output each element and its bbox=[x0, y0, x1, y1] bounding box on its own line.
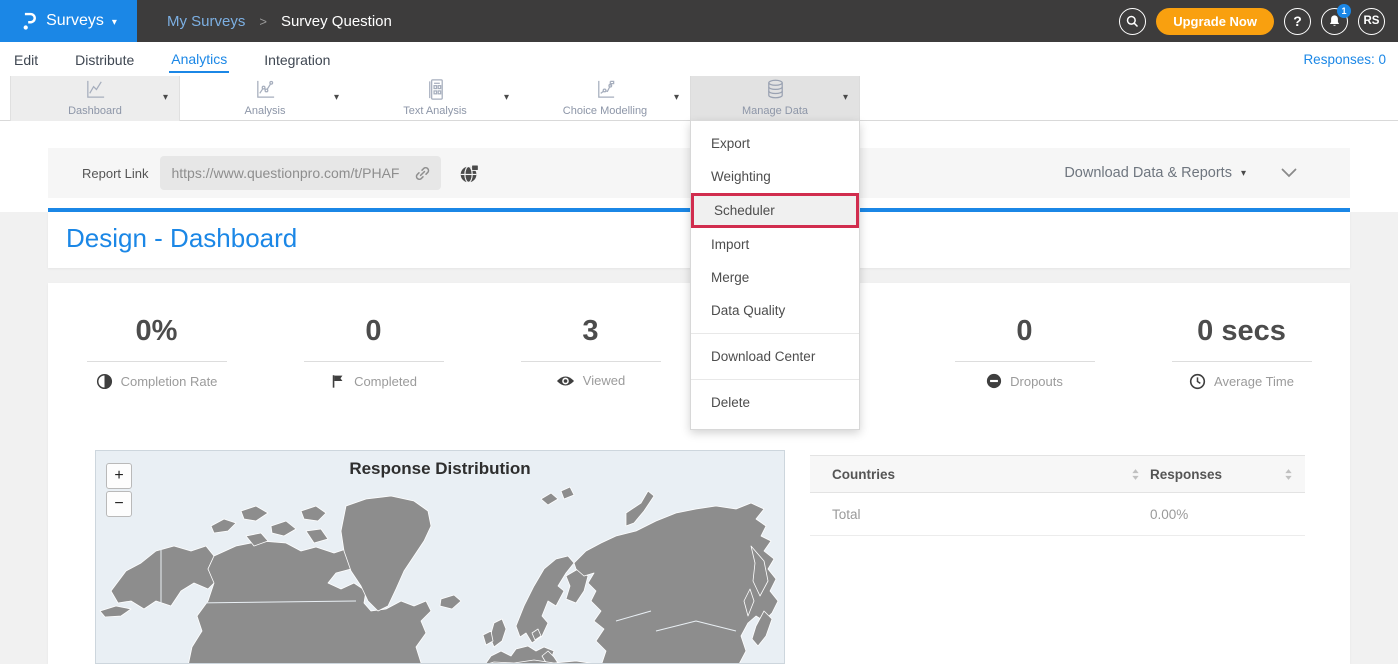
report-link-label: Report Link bbox=[82, 166, 148, 181]
nav-item-integration[interactable]: Integration bbox=[262, 46, 332, 72]
column-header-countries[interactable]: Countries bbox=[832, 467, 895, 482]
manage-data-dropdown: Export Weighting Scheduler Import Merge … bbox=[690, 121, 860, 430]
caret-down-icon: ▾ bbox=[674, 92, 679, 103]
countries-table-header: Countries Responses bbox=[810, 455, 1305, 493]
menu-item-weighting[interactable]: Weighting bbox=[691, 160, 859, 193]
total-responses-value: 0.00% bbox=[1150, 507, 1188, 522]
nav-item-distribute[interactable]: Distribute bbox=[73, 46, 136, 72]
notifications-button[interactable]: 1 bbox=[1321, 8, 1348, 35]
column-header-responses[interactable]: Responses bbox=[1150, 467, 1222, 482]
nav-item-edit[interactable]: Edit bbox=[12, 46, 40, 72]
collapse-chevron-icon[interactable] bbox=[1280, 166, 1298, 180]
questionpro-logo-icon bbox=[20, 10, 38, 32]
menu-divider bbox=[691, 333, 859, 334]
upgrade-now-button[interactable]: Upgrade Now bbox=[1156, 8, 1274, 35]
menu-item-import[interactable]: Import bbox=[691, 228, 859, 261]
topbar-actions: Upgrade Now ? 1 RS bbox=[1119, 8, 1385, 35]
report-bar-right: Download Data & Reports ▾ bbox=[1064, 165, 1298, 181]
stat-completion-rate: 0% Completion Rate bbox=[48, 315, 265, 390]
clock-icon bbox=[1189, 373, 1206, 390]
survey-nav: Edit Distribute Analytics Integration Re… bbox=[0, 42, 1398, 76]
caret-down-icon: ▾ bbox=[843, 92, 848, 103]
zoom-out-button[interactable]: − bbox=[106, 491, 132, 517]
minus-circle-icon bbox=[986, 373, 1002, 389]
scatter-line-chart-icon bbox=[180, 78, 350, 106]
surveys-product-menu[interactable]: Surveys ▾ bbox=[0, 0, 137, 42]
help-button[interactable]: ? bbox=[1284, 8, 1311, 35]
account-avatar[interactable]: RS bbox=[1358, 8, 1385, 35]
tab-dashboard[interactable]: ▾ Dashboard bbox=[10, 76, 180, 121]
map-title: Response Distribution bbox=[96, 459, 784, 479]
world-map bbox=[96, 481, 785, 664]
globe-lock-icon[interactable] bbox=[458, 162, 481, 185]
responses-count: Responses: 0 bbox=[1303, 52, 1386, 67]
product-name: Surveys bbox=[46, 12, 104, 30]
model-chart-icon bbox=[520, 78, 690, 106]
breadcrumb-my-surveys[interactable]: My Surveys bbox=[167, 13, 245, 30]
stat-completed: 0 Completed bbox=[265, 315, 482, 390]
menu-item-download-center[interactable]: Download Center bbox=[691, 340, 859, 373]
sort-icon[interactable] bbox=[1131, 468, 1140, 481]
tab-choice-modelling[interactable]: ▾ Choice Modelling bbox=[520, 76, 690, 121]
menu-item-scheduler[interactable]: Scheduler bbox=[691, 193, 859, 228]
breadcrumb-separator: > bbox=[259, 14, 267, 29]
tab-analysis[interactable]: ▾ Analysis bbox=[180, 76, 350, 121]
eye-icon bbox=[556, 374, 575, 388]
caret-down-icon: ▾ bbox=[163, 92, 168, 103]
caret-down-icon: ▾ bbox=[334, 92, 339, 103]
zoom-in-button[interactable]: + bbox=[106, 463, 132, 489]
table-row-total: Total 0.00% bbox=[810, 493, 1305, 536]
stat-average-time: 0 secs Average Time bbox=[1133, 315, 1350, 390]
tab-manage-data[interactable]: ▾ Manage Data bbox=[690, 76, 860, 121]
stat-viewed: 3 Viewed bbox=[482, 315, 699, 390]
stat-dropouts: 0 Dropouts bbox=[916, 315, 1133, 390]
menu-item-data-quality[interactable]: Data Quality bbox=[691, 294, 859, 327]
flag-icon bbox=[330, 373, 346, 389]
response-distribution-map[interactable]: Response Distribution + − bbox=[95, 450, 785, 664]
menu-item-export[interactable]: Export bbox=[691, 127, 859, 160]
menu-item-delete[interactable]: Delete bbox=[691, 386, 859, 419]
countries-table: Countries Responses Total 0.00% bbox=[810, 455, 1305, 536]
nav-item-analytics[interactable]: Analytics bbox=[169, 45, 229, 73]
question-mark-icon: ? bbox=[1293, 13, 1302, 29]
line-chart-icon bbox=[11, 78, 179, 106]
notification-badge: 1 bbox=[1337, 4, 1351, 18]
search-button[interactable] bbox=[1119, 8, 1146, 35]
map-zoom-controls: + − bbox=[106, 463, 132, 517]
breadcrumb: My Surveys > Survey Question bbox=[167, 13, 392, 30]
search-icon bbox=[1125, 14, 1140, 29]
total-label: Total bbox=[832, 507, 861, 522]
sort-icon[interactable] bbox=[1284, 468, 1293, 481]
database-icon bbox=[691, 78, 859, 106]
menu-item-merge[interactable]: Merge bbox=[691, 261, 859, 294]
top-bar: Surveys ▾ My Surveys > Survey Question U… bbox=[0, 0, 1398, 42]
avatar-initials: RS bbox=[1364, 15, 1380, 27]
menu-divider bbox=[691, 379, 859, 380]
document-grid-icon bbox=[350, 78, 520, 106]
caret-down-icon: ▾ bbox=[112, 17, 117, 28]
report-link-input[interactable]: https://www.questionpro.com/t/PHAF bbox=[160, 156, 441, 190]
breadcrumb-current: Survey Question bbox=[281, 13, 392, 30]
caret-down-icon: ▾ bbox=[1241, 168, 1246, 179]
analytics-toolbar: ▾ Dashboard ▾ Analysis ▾ Text Analysis ▾… bbox=[0, 76, 1398, 121]
link-icon[interactable] bbox=[413, 164, 432, 183]
half-pie-icon bbox=[96, 373, 113, 390]
download-data-reports-menu[interactable]: Download Data & Reports ▾ bbox=[1064, 165, 1246, 181]
tab-text-analysis[interactable]: ▾ Text Analysis bbox=[350, 76, 520, 121]
report-link-url: https://www.questionpro.com/t/PHAF bbox=[171, 165, 413, 181]
app-window: Surveys ▾ My Surveys > Survey Question U… bbox=[0, 0, 1398, 664]
caret-down-icon: ▾ bbox=[504, 92, 509, 103]
